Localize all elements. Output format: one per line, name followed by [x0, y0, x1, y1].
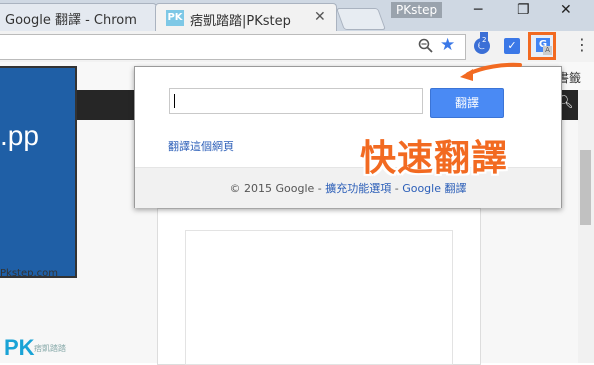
tab-google-translate[interactable]: Google 翻譯 - Chrom	[0, 3, 157, 32]
close-tab-icon[interactable]: ✕	[314, 9, 326, 25]
annotation-text: 快速翻譯	[360, 138, 509, 179]
restore-button[interactable]: ❐	[517, 2, 530, 18]
tab-pkstep[interactable]: PK 痞凱踏踏|PKstep ✕	[155, 3, 337, 32]
extension-check-icon[interactable]: ✓	[504, 38, 520, 54]
profile-badge[interactable]: PKstep	[391, 2, 443, 18]
extension-icon[interactable]: ◉2	[474, 32, 490, 54]
menu-icon[interactable]: ⋮	[574, 35, 590, 54]
tab-title: Google 翻譯 - Chrom	[5, 13, 137, 28]
footer-separator: -	[391, 182, 403, 195]
annotation-arrow-icon	[460, 62, 522, 81]
extension-options-link[interactable]: 擴充功能選項	[325, 182, 391, 195]
scrollbar[interactable]	[578, 90, 594, 363]
app-banner[interactable]: .pp	[0, 66, 77, 278]
minimize-button[interactable]: ─	[474, 2, 482, 18]
star-icon[interactable]: ★	[440, 35, 455, 55]
translate-page-link[interactable]: 翻譯這個網頁	[168, 138, 234, 154]
pk-logo-subtitle: 痞凱踏踏	[34, 344, 66, 353]
google-translate-extension-button[interactable]: G A	[528, 32, 556, 60]
translate-input[interactable]	[169, 88, 423, 114]
banner-caption: Pkstep.com	[0, 268, 58, 279]
zoom-icon[interactable]	[418, 36, 434, 58]
google-translate-link[interactable]: Google 翻譯	[402, 182, 466, 195]
tab-title: 痞凱踏踏|PKstep	[190, 14, 291, 29]
translate-button[interactable]: 翻譯	[430, 88, 504, 118]
address-bar[interactable]: ★	[0, 34, 466, 60]
text-caret	[174, 94, 175, 108]
pk-favicon-icon: PK	[166, 10, 184, 26]
article-inner	[185, 230, 453, 365]
close-window-button[interactable]: ✕	[560, 2, 572, 18]
tab-strip: Google 翻譯 - Chrom PK 痞凱踏踏|PKstep ✕ PKste…	[0, 0, 594, 32]
pk-logo: PK	[4, 335, 35, 360]
new-tab-button[interactable]	[335, 8, 387, 30]
copyright-text: © 2015 Google -	[229, 182, 326, 195]
banner-text: .pp	[0, 120, 39, 151]
browser-toolbar: ★ ◉2 ✓ G A ⋮	[0, 31, 594, 63]
scrollbar-thumb[interactable]	[580, 150, 591, 225]
translate-sub-icon: A	[543, 46, 552, 55]
